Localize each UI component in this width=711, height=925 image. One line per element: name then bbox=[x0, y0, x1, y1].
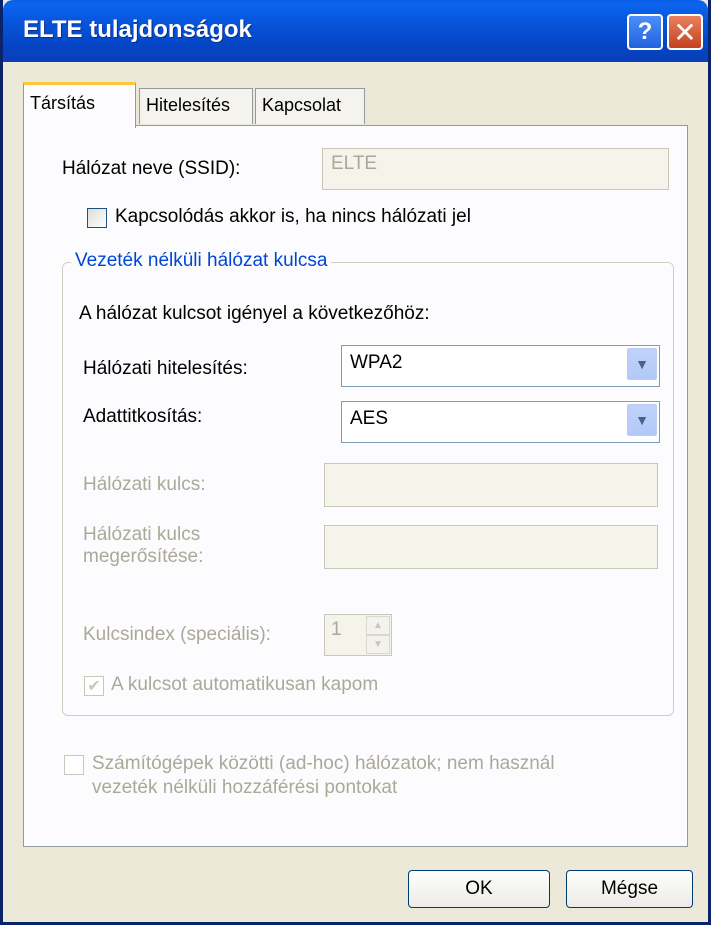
confirm-key-field[interactable] bbox=[324, 525, 658, 569]
properties-window: ELTE tulajdonságok ? ✕ Társítás Hitelesí… bbox=[0, 0, 711, 925]
checkmark-icon: ✔ bbox=[87, 678, 101, 695]
wireless-key-group-title: Vezeték nélküli hálózat kulcsa bbox=[71, 250, 332, 272]
cancel-button[interactable]: Mégse bbox=[566, 870, 693, 908]
connect-anyway-checkbox[interactable] bbox=[87, 208, 107, 228]
ssid-label: Hálózat neve (SSID): bbox=[62, 158, 241, 179]
adhoc-label-line1: Számítógépek közötti (ad-hoc) hálózatok;… bbox=[92, 753, 555, 774]
ssid-field[interactable]: ELTE bbox=[322, 148, 669, 190]
ok-button-label: OK bbox=[465, 878, 493, 899]
key-index-value: 1 bbox=[331, 619, 342, 640]
network-key-field[interactable] bbox=[324, 463, 658, 507]
key-index-label: Kulcsindex (speciális): bbox=[83, 624, 271, 645]
confirm-key-label-line2: megerősítése: bbox=[83, 546, 204, 567]
tab-association[interactable]: Társítás bbox=[23, 82, 136, 128]
close-button[interactable]: ✕ bbox=[667, 14, 703, 50]
adhoc-label-line2: vezeték nélküli hozzáférési pontokat bbox=[92, 777, 398, 798]
spinner-buttons: ▲ ▼ bbox=[366, 616, 390, 654]
auth-select[interactable]: WPA2 ▼ bbox=[341, 345, 660, 387]
encryption-label: Adattitkosítás: bbox=[83, 406, 203, 427]
auto-key-checkbox[interactable]: ✔ bbox=[84, 676, 104, 696]
chevron-down-icon[interactable]: ▼ bbox=[627, 404, 657, 436]
tab-association-label: Társítás bbox=[30, 93, 96, 113]
ok-button[interactable]: OK bbox=[408, 870, 550, 908]
spin-down-icon[interactable]: ▼ bbox=[366, 635, 390, 654]
encryption-select-value: AES bbox=[350, 408, 389, 429]
encryption-select[interactable]: AES ▼ bbox=[341, 401, 660, 443]
wireless-key-group: Vezeték nélküli hálózat kulcsa A hálózat… bbox=[62, 250, 674, 716]
auth-select-value: WPA2 bbox=[350, 352, 403, 373]
tab-authentication[interactable]: Hitelesítés bbox=[139, 88, 253, 124]
key-index-spinner[interactable]: 1 ▲ ▼ bbox=[324, 614, 392, 656]
auth-label: Hálózati hitelesítés: bbox=[83, 358, 248, 379]
auto-key-label: A kulcsot automatikusan kapom bbox=[111, 674, 379, 695]
close-icon: ✕ bbox=[673, 16, 697, 48]
help-button[interactable]: ? bbox=[627, 14, 663, 50]
tab-connection[interactable]: Kapcsolat bbox=[255, 88, 365, 124]
window-title: ELTE tulajdonságok bbox=[23, 16, 252, 43]
key-required-label: A hálózat kulcsot igényel a következőhöz… bbox=[79, 303, 430, 324]
connect-anyway-label: Kapcsolódás akkor is, ha nincs hálózati … bbox=[115, 206, 471, 227]
help-icon: ? bbox=[637, 18, 653, 45]
confirm-key-label-line1: Hálózati kulcs bbox=[83, 524, 201, 545]
spin-up-icon[interactable]: ▲ bbox=[366, 616, 390, 635]
tab-connection-label: Kapcsolat bbox=[262, 95, 342, 115]
cancel-button-label: Mégse bbox=[600, 878, 659, 899]
adhoc-checkbox[interactable] bbox=[64, 755, 84, 775]
chevron-down-icon[interactable]: ▼ bbox=[627, 348, 657, 380]
tab-panel: Hálózat neve (SSID): ELTE Kapcsolódás ak… bbox=[23, 125, 688, 847]
tab-authentication-label: Hitelesítés bbox=[146, 95, 231, 115]
title-bar[interactable]: ELTE tulajdonságok ? ✕ bbox=[3, 0, 708, 62]
network-key-label: Hálózati kulcs: bbox=[83, 474, 206, 495]
